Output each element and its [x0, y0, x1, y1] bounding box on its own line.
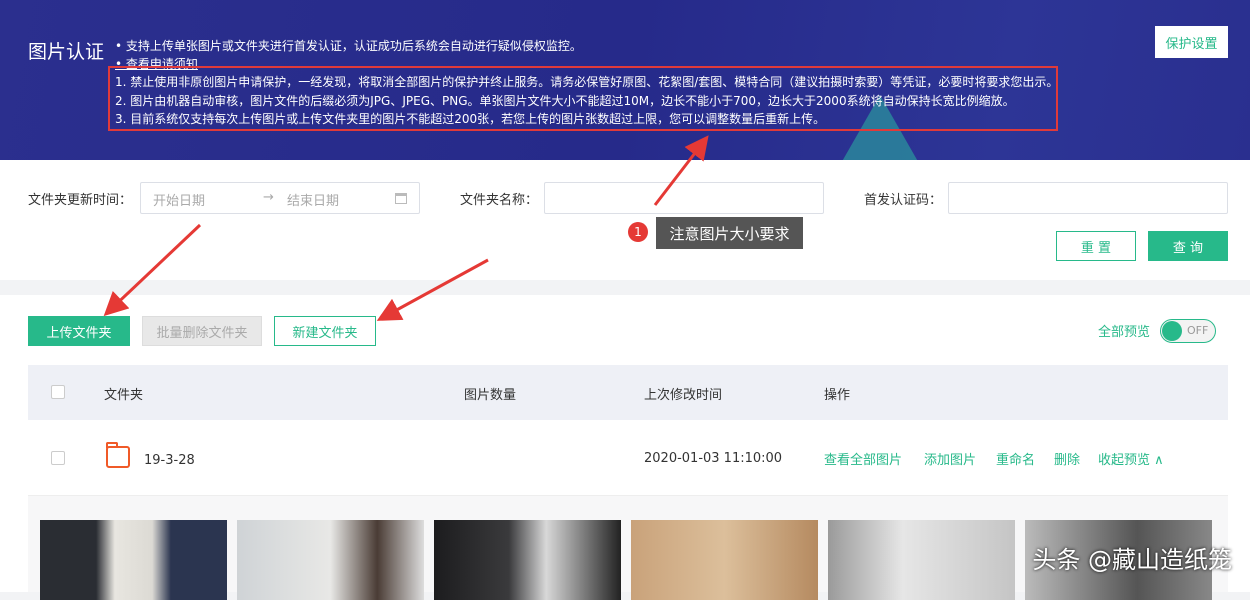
delete-link[interactable]: 删除 [1054, 449, 1080, 468]
reset-button[interactable]: 重 置 [1056, 231, 1136, 261]
protect-settings-button[interactable]: 保护设置 [1155, 26, 1228, 58]
col-folder: 文件夹 [104, 384, 143, 403]
calendar-icon [395, 193, 407, 204]
folder-name-label: 文件夹名称： [460, 189, 538, 208]
toggle-label: OFF [1187, 324, 1208, 337]
start-date[interactable]: 开始日期 [153, 190, 205, 209]
highlight-box [108, 66, 1058, 131]
table-header: 文件夹 图片数量 上次修改时间 操作 [28, 365, 1228, 420]
row-checkbox[interactable] [51, 451, 65, 465]
folder-name[interactable]: 19-3-28 [144, 453, 195, 468]
add-images-link[interactable]: 添加图片 [924, 449, 976, 468]
filter-panel: 文件夹更新时间： 开始日期 → 结束日期 文件夹名称： 首发认证码： 重 置 查… [0, 160, 1250, 280]
modified-time: 2020-01-03 11:10:00 [644, 451, 782, 466]
preview-image[interactable] [237, 520, 424, 600]
annotation-badge: 1 [628, 222, 648, 242]
preview-all-label: 全部预览 [1098, 321, 1150, 340]
watermark: 头条 @藏山造纸笼 [1032, 540, 1232, 575]
search-button[interactable]: 查 询 [1148, 231, 1228, 261]
code-input[interactable] [948, 182, 1228, 214]
banner: 图片认证 • 支持上传单张图片或文件夹进行首发认证，认证成功后系统会自动进行疑似… [0, 0, 1250, 160]
annotation-tooltip: 注意图片大小要求 [656, 217, 803, 249]
rename-link[interactable]: 重命名 [996, 449, 1035, 468]
code-label: 首发认证码： [864, 189, 942, 208]
toggle-knob [1162, 321, 1182, 341]
preview-image[interactable] [40, 520, 227, 600]
intro-text: • 支持上传单张图片或文件夹进行首发认证，认证成功后系统会自动进行疑似侵权监控。 [115, 37, 582, 54]
folder-name-input[interactable] [544, 182, 824, 214]
select-all-checkbox[interactable] [51, 385, 65, 399]
preview-image[interactable] [434, 520, 621, 600]
arrow-icon: → [263, 190, 274, 205]
batch-delete-button[interactable]: 批量删除文件夹 [142, 316, 262, 346]
folder-icon [106, 446, 130, 468]
col-modified: 上次修改时间 [644, 384, 722, 403]
update-time-label: 文件夹更新时间： [28, 189, 132, 208]
preview-all-toggle[interactable]: OFF [1160, 319, 1216, 343]
view-all-images-link[interactable]: 查看全部图片 [824, 449, 902, 468]
end-date[interactable]: 结束日期 [287, 190, 339, 209]
col-actions: 操作 [824, 384, 850, 403]
page-title: 图片认证 [28, 37, 104, 64]
table-row: 19-3-28 2020-01-03 11:10:00 查看全部图片 添加图片 … [28, 420, 1228, 496]
preview-image[interactable] [828, 520, 1015, 600]
date-range-input[interactable]: 开始日期 → 结束日期 [140, 182, 420, 214]
collapse-preview-link[interactable]: 收起预览 ∧ [1098, 449, 1164, 468]
new-folder-button[interactable]: 新建文件夹 [274, 316, 376, 346]
col-count: 图片数量 [464, 384, 516, 403]
preview-image[interactable] [631, 520, 818, 600]
upload-folder-button[interactable]: 上传文件夹 [28, 316, 130, 346]
